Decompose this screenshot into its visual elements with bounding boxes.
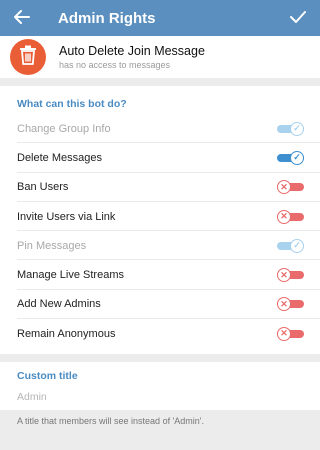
x-icon: ✕: [277, 268, 291, 283]
app-bar: Admin Rights: [0, 0, 320, 36]
permission-row[interactable]: Invite Users via Link ✕: [0, 202, 320, 232]
custom-title-heading: Custom title: [17, 370, 78, 383]
permission-row[interactable]: Remain Anonymous ✕: [0, 319, 320, 348]
permission-toggle[interactable]: ✕: [277, 297, 304, 312]
permission-row[interactable]: Manage Live Streams ✕: [0, 260, 320, 290]
bot-avatar: [10, 39, 46, 75]
permission-label: Invite Users via Link: [17, 210, 116, 223]
permission-toggle: ✓: [277, 121, 304, 136]
permission-label: Change Group Info: [17, 122, 111, 135]
permission-toggle[interactable]: ✕: [277, 326, 304, 341]
custom-title-card: Custom title Admin: [0, 362, 320, 411]
permissions-heading: What can this bot do?: [17, 98, 127, 110]
permission-row[interactable]: Delete Messages ✓: [0, 143, 320, 173]
custom-title-hint: A title that members will see instead of…: [0, 410, 320, 433]
permission-label: Manage Live Streams: [17, 269, 124, 282]
check-icon: ✓: [290, 150, 304, 165]
check-icon: ✓: [290, 121, 304, 136]
check-icon: ✓: [290, 238, 304, 253]
permission-toggle[interactable]: ✕: [277, 209, 304, 224]
permission-toggle[interactable]: ✓: [277, 150, 304, 165]
custom-title-input[interactable]: Admin: [17, 391, 303, 403]
permission-row: Pin Messages ✓: [0, 231, 320, 261]
permission-row[interactable]: Add New Admins ✕: [0, 290, 320, 320]
permission-label: Delete Messages: [17, 151, 102, 164]
back-button[interactable]: [0, 8, 44, 29]
permission-toggle[interactable]: ✕: [277, 180, 304, 195]
trash-can-icon: [19, 45, 37, 70]
permission-label: Remain Anonymous: [17, 327, 116, 340]
permissions-card: What can this bot do? Change Group Info ✓…: [0, 86, 320, 355]
arrow-left-icon: [14, 8, 30, 29]
bot-header: Auto Delete Join Message has no access t…: [0, 36, 320, 78]
x-icon: ✕: [277, 326, 291, 341]
x-icon: ✕: [277, 209, 291, 224]
permission-row: Change Group Info ✓: [0, 114, 320, 144]
permission-label: Add New Admins: [17, 298, 101, 311]
x-icon: ✕: [277, 297, 291, 312]
x-icon: ✕: [277, 180, 291, 195]
check-icon: [290, 8, 306, 29]
permission-label: Ban Users: [17, 181, 69, 194]
confirm-button[interactable]: [276, 8, 320, 29]
permission-toggle[interactable]: ✕: [277, 268, 304, 283]
page-title: Admin Rights: [58, 9, 156, 27]
bot-status: has no access to messages: [59, 60, 171, 70]
bot-name: Auto Delete Join Message: [59, 44, 205, 58]
permission-toggle: ✓: [277, 238, 304, 253]
permission-label: Pin Messages: [17, 239, 87, 252]
permission-row[interactable]: Ban Users ✕: [0, 173, 320, 202]
